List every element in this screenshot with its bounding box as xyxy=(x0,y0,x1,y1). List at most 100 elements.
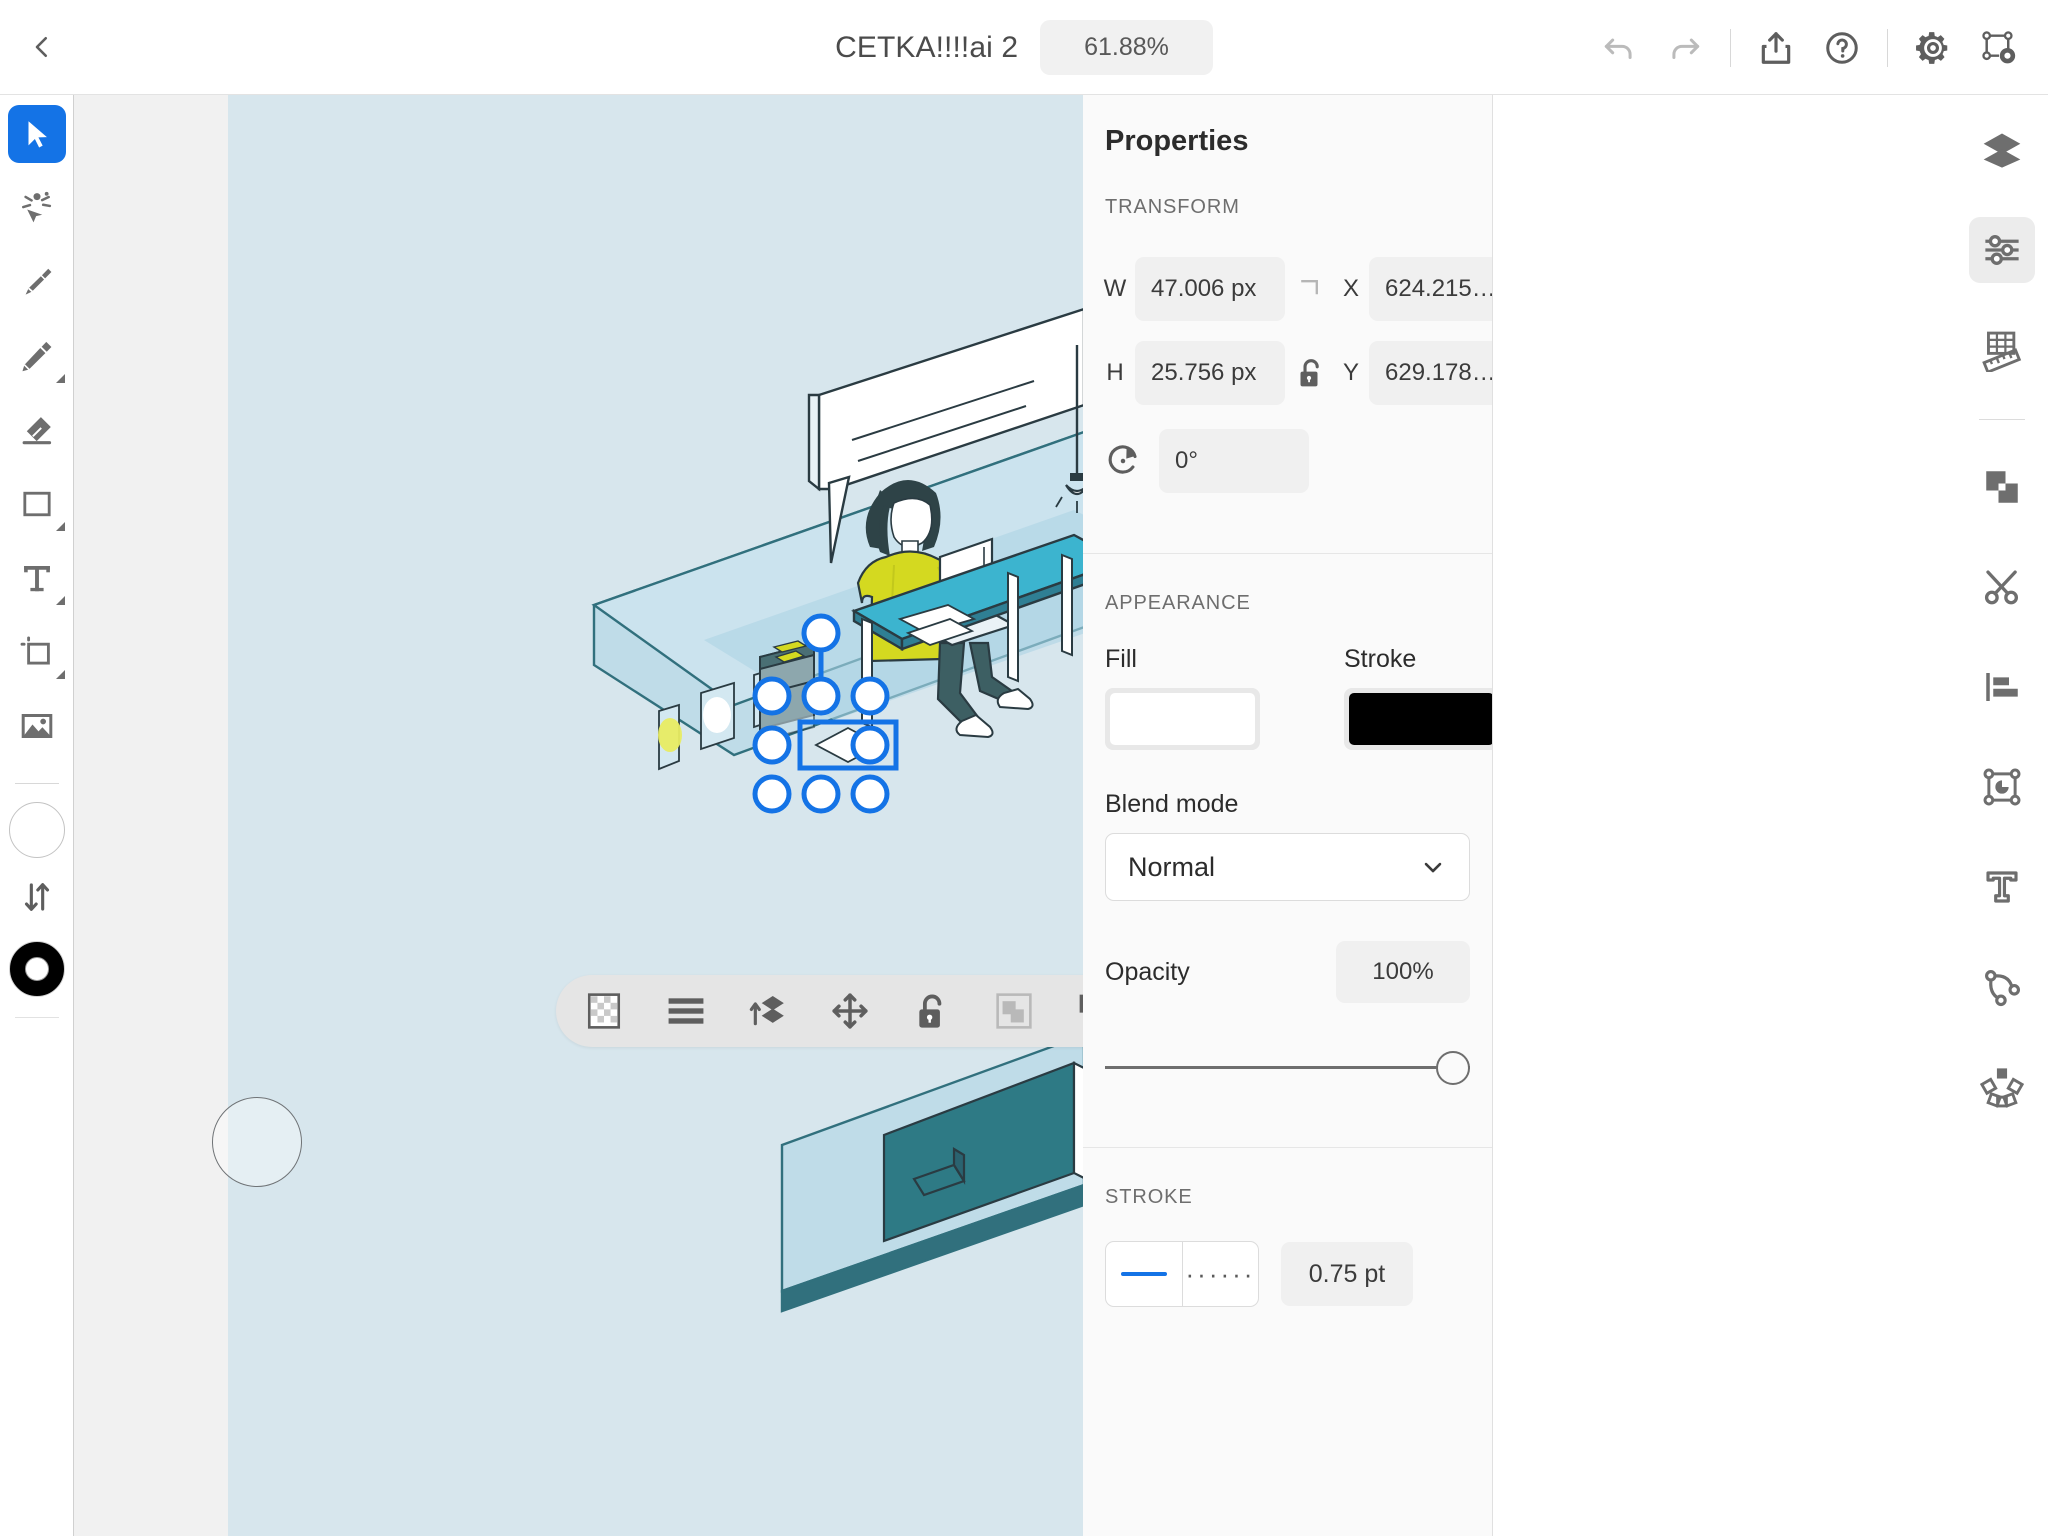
align-button[interactable] xyxy=(1969,654,2035,720)
stroke-section-label: STROKE xyxy=(1105,1186,1193,1208)
blend-mode-value: Normal xyxy=(1128,851,1216,882)
rotate-icon[interactable] xyxy=(1105,443,1141,479)
image-icon xyxy=(21,714,52,738)
tool-flyout-indicator xyxy=(55,670,65,679)
stroke-solid-button[interactable] xyxy=(1106,1242,1182,1306)
fill-stroke-row: Fill Stroke xyxy=(1083,615,1492,750)
stroke-width-input[interactable]: 0.75 pt xyxy=(1281,1242,1413,1306)
ruler-grid-button[interactable] xyxy=(1969,317,2035,383)
back-button[interactable] xyxy=(0,0,70,95)
right-panel-area xyxy=(1493,95,2048,1536)
magic-wand-cursor-icon xyxy=(21,191,51,223)
lock-button[interactable] xyxy=(910,989,954,1033)
redo-icon xyxy=(1672,38,1700,59)
transform-object-button[interactable] xyxy=(1969,754,2035,820)
context-toolbar xyxy=(556,975,1083,1047)
document-title[interactable]: CETKA!!!!ai 2 xyxy=(835,31,1018,65)
move-button[interactable] xyxy=(828,989,872,1033)
stroke-style-segmented: ······ xyxy=(1105,1241,1259,1307)
selection-tool[interactable] xyxy=(7,105,66,163)
stroke-swatch-color xyxy=(1349,693,1492,745)
aspect-lock-button[interactable] xyxy=(1285,341,1333,405)
curve-path-button[interactable] xyxy=(1969,954,2035,1020)
repeat-radial-button[interactable] xyxy=(1969,1054,2035,1120)
stroke-swatch-hole xyxy=(24,957,49,981)
help-button[interactable] xyxy=(1809,15,1875,81)
pathfinder-shapes-icon xyxy=(1985,471,2018,503)
height-input[interactable]: 25.756 px xyxy=(1135,341,1285,405)
toolbar-separator-2 xyxy=(1887,28,1888,67)
chevron-left-icon xyxy=(35,36,48,58)
toolbar-divider xyxy=(14,783,59,784)
radial-repeat-icon xyxy=(1979,1068,2024,1108)
sliders-icon xyxy=(1984,235,2019,265)
cursor-arrow-icon xyxy=(28,121,47,148)
settings-button[interactable] xyxy=(1900,15,1966,81)
canvas-workspace[interactable] xyxy=(74,95,1083,1536)
blend-mode-select[interactable]: Normal xyxy=(1105,833,1470,901)
preview-button[interactable] xyxy=(1966,15,2032,81)
shape-tool[interactable] xyxy=(8,475,66,533)
group-button[interactable] xyxy=(992,989,1036,1033)
hamburger-lines-icon xyxy=(668,998,704,1024)
tool-flyout-indicator xyxy=(55,374,65,383)
layers-panel-button[interactable] xyxy=(1969,117,2035,183)
image-tool[interactable] xyxy=(8,697,66,755)
y-input[interactable]: 629.178… xyxy=(1369,341,1492,405)
arrange-button[interactable] xyxy=(746,989,790,1033)
move-arrows-icon xyxy=(832,993,868,1029)
properties-panel-button[interactable] xyxy=(1968,217,2035,283)
direct-selection-tool[interactable] xyxy=(8,179,66,237)
isometric-office-illustration[interactable] xyxy=(74,95,1083,1536)
duplicate-button[interactable] xyxy=(1074,989,1083,1033)
redo-button[interactable] xyxy=(1652,15,1718,81)
rectangle-icon xyxy=(22,491,51,517)
zoom-level-display[interactable]: 61.88% xyxy=(1040,20,1213,75)
fill-label: Fill xyxy=(1105,645,1137,673)
type-outline-icon xyxy=(1985,871,2018,903)
fill-swatch-button[interactable] xyxy=(1105,688,1260,750)
stroke-swatch-button[interactable] xyxy=(1344,688,1492,750)
opacity-input[interactable]: 100% xyxy=(1336,941,1470,1003)
fill-color-swatch[interactable] xyxy=(8,802,65,858)
unlock-aspect-icon xyxy=(1300,359,1319,387)
pencil-tool[interactable] xyxy=(8,327,66,385)
pen-tool[interactable] xyxy=(8,253,66,311)
gear-icon xyxy=(1916,31,1948,64)
eraser-icon xyxy=(22,417,51,445)
left-toolbar xyxy=(0,95,74,1536)
pathfinder-button[interactable] xyxy=(1969,454,2035,520)
stroke-label: Stroke xyxy=(1344,645,1417,673)
share-button[interactable] xyxy=(1743,15,1809,81)
undo-button[interactable] xyxy=(1586,15,1652,81)
type-tool[interactable] xyxy=(8,549,66,607)
rotation-input[interactable]: 0° xyxy=(1159,429,1309,493)
tool-flyout-indicator xyxy=(55,522,65,531)
type-panel-button[interactable] xyxy=(1969,854,2035,920)
toolbar-separator xyxy=(1730,28,1731,67)
pencil-icon xyxy=(21,341,51,372)
x-input[interactable]: 624.215… xyxy=(1369,257,1492,321)
bracket-top-icon xyxy=(1301,280,1318,295)
undo-icon xyxy=(1604,38,1632,59)
menu-button[interactable] xyxy=(664,989,708,1033)
mask-button[interactable] xyxy=(582,989,626,1033)
tool-flyout-indicator xyxy=(55,596,65,605)
x-label: X xyxy=(1342,275,1359,302)
stroke-dotted-button[interactable]: ······ xyxy=(1182,1242,1258,1306)
height-label: H xyxy=(1106,359,1124,386)
width-input[interactable]: 47.006 px xyxy=(1135,257,1285,321)
scissors-button[interactable] xyxy=(1969,554,2035,620)
swap-fill-stroke-button[interactable] xyxy=(20,880,54,919)
bezier-path-icon xyxy=(1984,970,2020,1007)
stroke-color-swatch[interactable] xyxy=(8,941,65,997)
opacity-row: Opacity 100% xyxy=(1083,901,1492,1003)
transform-grid: W 47.006 px X 624.215… H 25.756 px Y 629… xyxy=(1083,219,1492,405)
toolbar-bottom-divider xyxy=(14,1017,59,1018)
opacity-slider-knob[interactable] xyxy=(1436,1051,1470,1085)
artboard-tool[interactable] xyxy=(8,623,66,681)
opacity-slider[interactable] xyxy=(1105,1051,1470,1085)
scissors-icon xyxy=(1984,570,2018,605)
eraser-tool[interactable] xyxy=(8,401,66,459)
checkerboard-mask-icon xyxy=(587,993,621,1029)
